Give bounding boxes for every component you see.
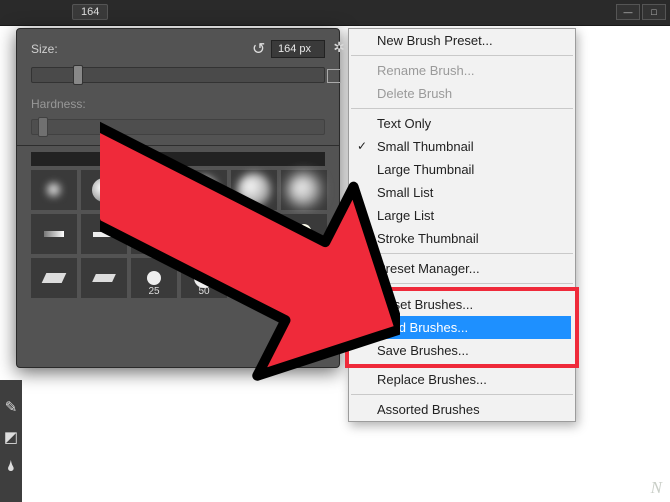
brush-preset[interactable]: [131, 214, 177, 254]
menu-reset-brushes[interactable]: Reset Brushes...: [353, 293, 571, 316]
brush-preset[interactable]: [231, 258, 277, 298]
menu-small-thumbnail[interactable]: Small Thumbnail: [349, 135, 575, 158]
brush-preset[interactable]: [131, 170, 177, 210]
brush-preset[interactable]: [231, 170, 277, 210]
menu-new-brush-preset[interactable]: New Brush Preset...: [349, 29, 575, 52]
brush-preset[interactable]: [181, 214, 227, 254]
menu-text-only[interactable]: Text Only: [349, 112, 575, 135]
brush-preset[interactable]: [81, 170, 127, 210]
size-input[interactable]: 164 px: [271, 40, 325, 58]
brush-panel: Size: ↻ 164 px ✲ Hardness:: [16, 28, 340, 368]
menu-large-thumbnail[interactable]: Large Thumbnail: [349, 158, 575, 181]
brush-preset[interactable]: [281, 258, 327, 298]
menu-load-brushes[interactable]: Load Brushes...: [353, 316, 571, 339]
window-buttons: — □: [616, 4, 666, 20]
menu-rename-brush: Rename Brush...: [349, 59, 575, 82]
size-label: Size:: [31, 42, 91, 56]
eraser-tool-icon[interactable]: ◩: [4, 428, 18, 446]
brush-size-number: 50: [181, 286, 227, 297]
brush-preset[interactable]: [31, 258, 77, 298]
menu-delete-brush: Delete Brush: [349, 82, 575, 105]
brush-preset[interactable]: 50: [181, 258, 227, 298]
minimize-button[interactable]: —: [616, 4, 640, 20]
brush-preset[interactable]: [231, 214, 277, 254]
panel-divider: [17, 145, 339, 146]
menu-save-brushes[interactable]: Save Brushes...: [353, 339, 571, 362]
brush-preset[interactable]: 25: [131, 258, 177, 298]
tutorial-highlight-box: Reset Brushes... Load Brushes... Save Br…: [345, 287, 579, 368]
brush-preset[interactable]: [281, 214, 327, 254]
size-slider[interactable]: [31, 67, 325, 83]
menu-assorted-brushes[interactable]: Assorted Brushes: [349, 398, 575, 421]
menu-stroke-thumbnail[interactable]: Stroke Thumbnail: [349, 227, 575, 250]
menu-separator: [351, 253, 573, 254]
brush-grid: 25 50: [31, 166, 325, 298]
hardness-slider[interactable]: [31, 119, 325, 135]
maximize-button[interactable]: □: [642, 4, 666, 20]
menu-replace-brushes[interactable]: Replace Brushes...: [349, 368, 575, 391]
brush-preset[interactable]: [81, 258, 127, 298]
app-topbar: 164 — □: [0, 0, 670, 26]
menu-small-list[interactable]: Small List: [349, 181, 575, 204]
menu-separator: [351, 394, 573, 395]
menu-separator: [351, 108, 573, 109]
watermark: N: [651, 478, 664, 498]
bucket-tool-icon[interactable]: 🌢: [6, 458, 15, 475]
hardness-label: Hardness:: [31, 97, 91, 111]
brush-preset[interactable]: [31, 170, 77, 210]
menu-preset-manager[interactable]: Preset Manager...: [349, 257, 575, 280]
dock-icon[interactable]: [327, 69, 341, 83]
menu-large-list[interactable]: Large List: [349, 204, 575, 227]
brush-preset[interactable]: [31, 214, 77, 254]
brush-scrollbar-top[interactable]: [31, 152, 325, 166]
brush-context-menu: New Brush Preset... Rename Brush... Dele…: [348, 28, 576, 422]
reset-icon[interactable]: ↻: [252, 39, 265, 59]
brush-size-number: 25: [131, 286, 177, 297]
menu-separator: [351, 283, 573, 284]
brush-preset[interactable]: [281, 170, 327, 210]
gear-icon[interactable]: ✲: [333, 39, 345, 56]
brush-size-badge[interactable]: 164: [72, 4, 108, 20]
menu-separator: [351, 55, 573, 56]
brush-preset[interactable]: [181, 170, 227, 210]
brush-preset[interactable]: [81, 214, 127, 254]
left-toolstrip: ✎ ◩ 🌢: [0, 380, 22, 502]
brush-tool-icon[interactable]: ✎: [5, 398, 18, 416]
